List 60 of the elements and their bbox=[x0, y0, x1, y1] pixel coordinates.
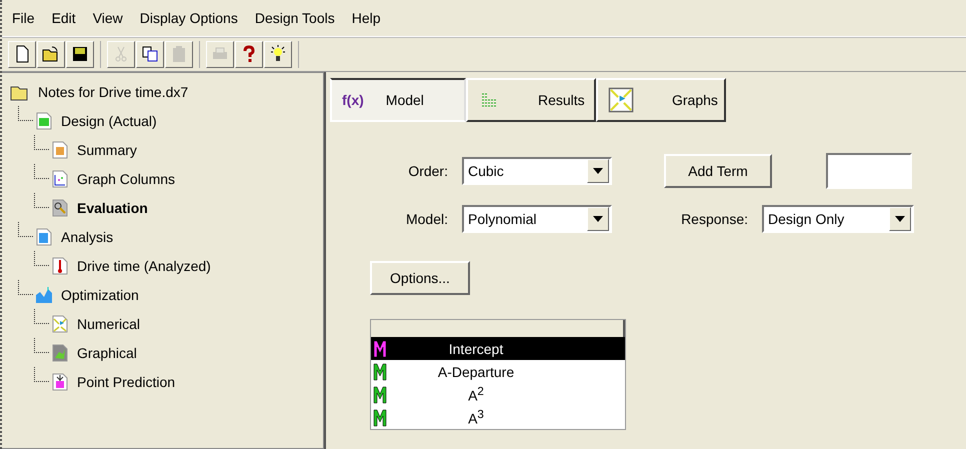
menu-item[interactable]: Display Options bbox=[140, 10, 238, 26]
caret-icon bbox=[895, 216, 905, 222]
graph-icon bbox=[51, 314, 69, 332]
term-name: A$^{2}$ bbox=[467, 385, 485, 404]
add-term-button[interactable]: Add Term bbox=[664, 154, 772, 188]
tree-item[interactable]: Design (Actual) bbox=[61, 112, 157, 128]
term-name: A-Departure bbox=[436, 364, 516, 380]
tree-item[interactable]: Notes for Drive time.dx7 bbox=[38, 84, 188, 100]
response-label: Response: bbox=[680, 211, 749, 227]
options-button[interactable]: Options... bbox=[370, 261, 470, 295]
toolbar-button[interactable] bbox=[136, 40, 164, 68]
thermometer-icon bbox=[51, 256, 69, 274]
tree-item[interactable]: Graph Columns bbox=[77, 170, 176, 186]
menu-item[interactable]: File bbox=[12, 10, 35, 26]
term-name: A$^{3}$ bbox=[467, 408, 485, 427]
lightbulb-icon bbox=[269, 45, 287, 63]
magnifier-icon bbox=[51, 198, 69, 216]
menu-item[interactable]: Design Tools bbox=[254, 10, 335, 26]
menu-item[interactable]: View bbox=[92, 10, 123, 26]
table-icon bbox=[51, 140, 69, 158]
tree-item[interactable]: Summary bbox=[77, 142, 137, 158]
menu-item[interactable]: Edit bbox=[52, 10, 76, 26]
tree-item[interactable]: Graphical bbox=[77, 344, 137, 360]
graph-icon bbox=[51, 344, 69, 362]
response-dropdown[interactable]: Design Only bbox=[762, 205, 914, 233]
folder-icon bbox=[42, 45, 60, 63]
copy-icon bbox=[141, 45, 159, 63]
tab[interactable]: Results bbox=[466, 78, 596, 122]
toolbar-button[interactable] bbox=[66, 40, 94, 68]
caret-icon bbox=[593, 216, 603, 222]
order-label: Order: bbox=[407, 163, 449, 179]
tree-item[interactable]: Analysis bbox=[61, 228, 114, 244]
menu-item[interactable]: Help bbox=[352, 10, 381, 26]
graph-icon bbox=[51, 170, 69, 188]
term-row[interactable]: Intercept bbox=[371, 337, 625, 360]
tree-item[interactable]: Numerical bbox=[77, 316, 140, 332]
table-icon bbox=[51, 372, 69, 390]
toolbar-button[interactable] bbox=[37, 40, 65, 68]
model-dropdown[interactable]: Polynomial bbox=[462, 205, 612, 233]
toolbar-button[interactable] bbox=[235, 40, 263, 68]
calculator-icon bbox=[35, 228, 53, 246]
tree-item[interactable]: Evaluation bbox=[77, 200, 148, 216]
clipboard-icon bbox=[170, 45, 188, 63]
tree-item[interactable]: Optimization bbox=[61, 286, 139, 302]
term-input-field[interactable] bbox=[826, 153, 912, 189]
tab[interactable]: f(x) Model bbox=[330, 78, 466, 122]
toolbar-button[interactable] bbox=[8, 40, 36, 68]
chart-icon bbox=[35, 286, 53, 304]
model-label: Model: bbox=[404, 211, 449, 227]
graph-icon bbox=[608, 87, 634, 113]
tree-item[interactable]: Drive time (Analyzed) bbox=[77, 258, 211, 274]
term-name: Intercept bbox=[448, 340, 504, 356]
tab[interactable]: Graphs bbox=[596, 78, 726, 122]
function-label: f(x) bbox=[342, 92, 364, 108]
save-icon bbox=[71, 45, 89, 63]
caret-icon bbox=[593, 168, 603, 174]
toolbar-button[interactable] bbox=[264, 40, 292, 68]
tree-item[interactable]: Point Prediction bbox=[77, 374, 176, 390]
table-icon bbox=[35, 112, 53, 130]
order-dropdown[interactable]: Cubic bbox=[462, 157, 612, 185]
